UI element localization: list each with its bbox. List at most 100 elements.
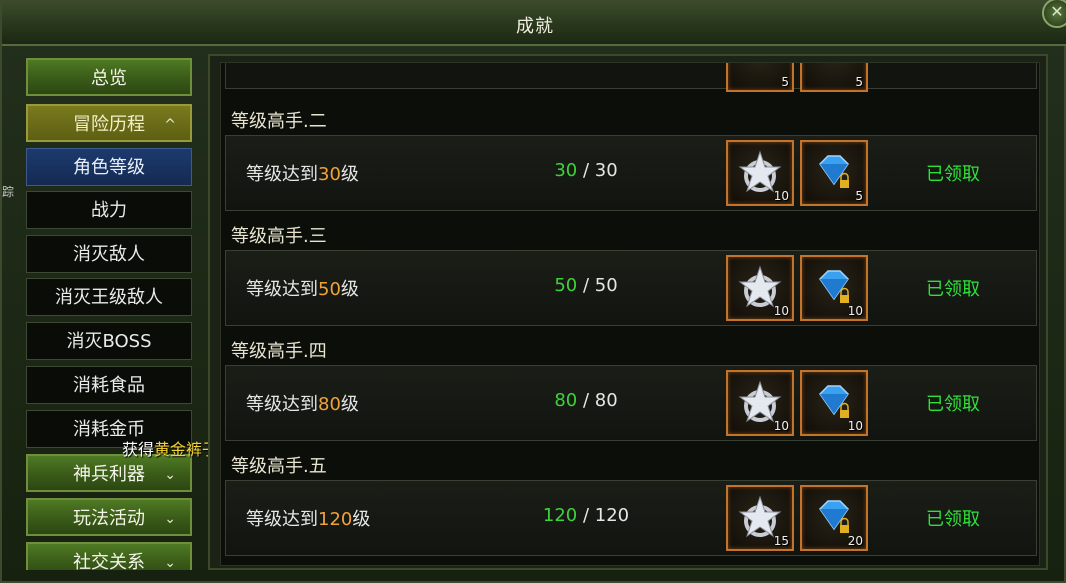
- reward-slot-gem[interactable]: 5: [800, 140, 868, 206]
- achievement-task: 等级达到30级: [246, 160, 359, 186]
- reward-quantity: 10: [847, 304, 863, 318]
- sidebar-item-consume-food[interactable]: 消耗食品: [26, 366, 192, 404]
- task-level-number: 80: [318, 394, 341, 415]
- reward-slot-star[interactable]: 15: [726, 485, 794, 551]
- sidebar-item-activities[interactable]: 玩法活动 ⌄: [26, 498, 192, 536]
- achievement-row: 等级达到30级 30 / 30 10 5 已领取: [225, 135, 1037, 211]
- sidebar-item-overview[interactable]: 总览: [26, 58, 192, 96]
- claimed-status: 已领取: [926, 279, 980, 300]
- achievement-group-title: 等级高手.二: [231, 111, 327, 132]
- progress-separator: /: [577, 160, 595, 181]
- progress-total: 80: [594, 390, 618, 411]
- chevron-up-icon: ^: [164, 117, 176, 133]
- task-suffix: 级: [340, 394, 359, 415]
- sidebar-item-adventure[interactable]: 冒险历程 ^: [26, 104, 192, 142]
- sidebar-item-label: 社交关系: [73, 552, 145, 570]
- claimed-status: 已领取: [926, 509, 980, 530]
- reward-slot-gem[interactable]: 10: [800, 255, 868, 321]
- achievement-list-panel: 5 5 等级高手.二 等级达到30级 30 / 30 10 5 已领取 等级高手…: [208, 54, 1048, 570]
- achievement-row: 等级达到50级 50 / 50 10 10 已领取: [225, 250, 1037, 326]
- sidebar-item-character-level[interactable]: 角色等级: [26, 148, 192, 186]
- reward-quantity: 15: [773, 534, 789, 548]
- reward-quantity: 10: [773, 419, 789, 433]
- sidebar-item-kill-king-enemies[interactable]: 消灭王级敌人: [26, 278, 192, 316]
- progress-current: 30: [554, 160, 578, 181]
- task-text: 等级达到: [246, 279, 318, 300]
- reward-quantity: 10: [847, 419, 863, 433]
- reward-slot-star[interactable]: 10: [726, 140, 794, 206]
- progress-separator: /: [577, 275, 595, 296]
- title-bar: 成就: [2, 2, 1066, 46]
- achievement-group-title: 等级高手.四: [231, 341, 327, 362]
- progress-total: 120: [594, 505, 630, 526]
- task-level-number: 50: [318, 279, 341, 300]
- sidebar-item-label: 战力: [91, 200, 127, 221]
- task-level-number: 120: [318, 509, 353, 530]
- reward-quantity: 5: [781, 75, 789, 89]
- achievement-group-title: 等级高手.五: [231, 456, 327, 477]
- sidebar-item-kill-boss[interactable]: 消灭BOSS: [26, 322, 192, 360]
- achievement-list-scroll[interactable]: 5 5 等级高手.二 等级达到30级 30 / 30 10 5 已领取 等级高手…: [220, 62, 1040, 566]
- sidebar-item-label: 角色等级: [73, 157, 145, 178]
- reward-quantity: 10: [773, 304, 789, 318]
- chevron-down-icon: ⌄: [164, 511, 176, 527]
- edge-hint-text: 踪: [2, 185, 15, 199]
- reward-slot[interactable]: 5: [800, 63, 868, 92]
- sidebar-item-label: 消灭BOSS: [66, 331, 152, 352]
- reward-slot-gem[interactable]: 10: [800, 370, 868, 436]
- achievement-group-title: 等级高手.三: [231, 226, 327, 247]
- sidebar-item-social[interactable]: 社交关系 ⌄: [26, 542, 192, 570]
- chevron-down-icon: ⌄: [164, 467, 176, 483]
- achievement-progress: 120 / 120: [506, 505, 666, 526]
- task-text: 等级达到: [246, 509, 318, 530]
- task-text: 等级达到: [246, 164, 318, 185]
- achievement-row-partial: 5 5: [225, 63, 1037, 92]
- close-icon[interactable]: ✕: [1042, 0, 1066, 28]
- progress-total: 50: [594, 275, 618, 296]
- progress-current: 50: [554, 275, 578, 296]
- sidebar-item-label: 消耗食品: [73, 375, 145, 396]
- window-title: 成就: [516, 16, 554, 37]
- achievement-row: 等级达到80级 80 / 80 10 10 已领取: [225, 365, 1037, 441]
- sidebar-item-power[interactable]: 战力: [26, 191, 192, 229]
- chevron-down-icon: ⌄: [164, 555, 176, 570]
- task-suffix: 级: [340, 279, 359, 300]
- achievement-task: 等级达到80级: [246, 390, 359, 416]
- toast-prefix: 获得: [122, 440, 155, 459]
- sidebar-item-label: 神兵利器: [73, 464, 145, 485]
- diamond-gem-icon: [819, 155, 849, 188]
- sidebar-item-label: 消灭敌人: [73, 244, 145, 265]
- achievement-window: 成就 ✕ 踪 总览 冒险历程 ^ 角色等级 战力 消灭敌人 消灭王级敌人 消灭B…: [0, 0, 1066, 583]
- sidebar: 总览 冒险历程 ^ 角色等级 战力 消灭敌人 消灭王级敌人 消灭BOSS 消耗食…: [26, 58, 192, 570]
- progress-separator: /: [577, 390, 595, 411]
- reward-slot[interactable]: 5: [726, 63, 794, 92]
- sidebar-item-label: 消灭王级敌人: [55, 287, 163, 308]
- progress-separator: /: [577, 505, 595, 526]
- sidebar-item-label: 冒险历程: [73, 114, 145, 135]
- progress-total: 30: [594, 160, 618, 181]
- achievement-progress: 80 / 80: [506, 390, 666, 411]
- claimed-status: 已领取: [926, 164, 980, 185]
- sidebar-item-label: 玩法活动: [73, 508, 145, 529]
- sidebar-item-kill-enemies[interactable]: 消灭敌人: [26, 235, 192, 273]
- reward-quantity: 10: [773, 189, 789, 203]
- achievement-progress: 50 / 50: [506, 275, 666, 296]
- task-level-number: 30: [318, 164, 341, 185]
- task-suffix: 级: [352, 509, 371, 530]
- reward-slot-gem[interactable]: 20: [800, 485, 868, 551]
- task-suffix: 级: [340, 164, 359, 185]
- task-text: 等级达到: [246, 394, 318, 415]
- achievement-task: 等级达到120级: [246, 505, 370, 531]
- achievement-row: 等级达到120级 120 / 120 15 20 已领取: [225, 480, 1037, 556]
- achievement-progress: 30 / 30: [506, 160, 666, 181]
- progress-current: 120: [542, 505, 578, 526]
- claimed-status: 已领取: [926, 394, 980, 415]
- reward-quantity: 5: [855, 189, 863, 203]
- reward-quantity: 5: [855, 75, 863, 89]
- sidebar-item-label: 总览: [91, 68, 127, 89]
- achievement-task: 等级达到50级: [246, 275, 359, 301]
- reward-quantity: 20: [847, 534, 863, 548]
- reward-slot-star[interactable]: 10: [726, 255, 794, 321]
- reward-slot-star[interactable]: 10: [726, 370, 794, 436]
- progress-current: 80: [554, 390, 578, 411]
